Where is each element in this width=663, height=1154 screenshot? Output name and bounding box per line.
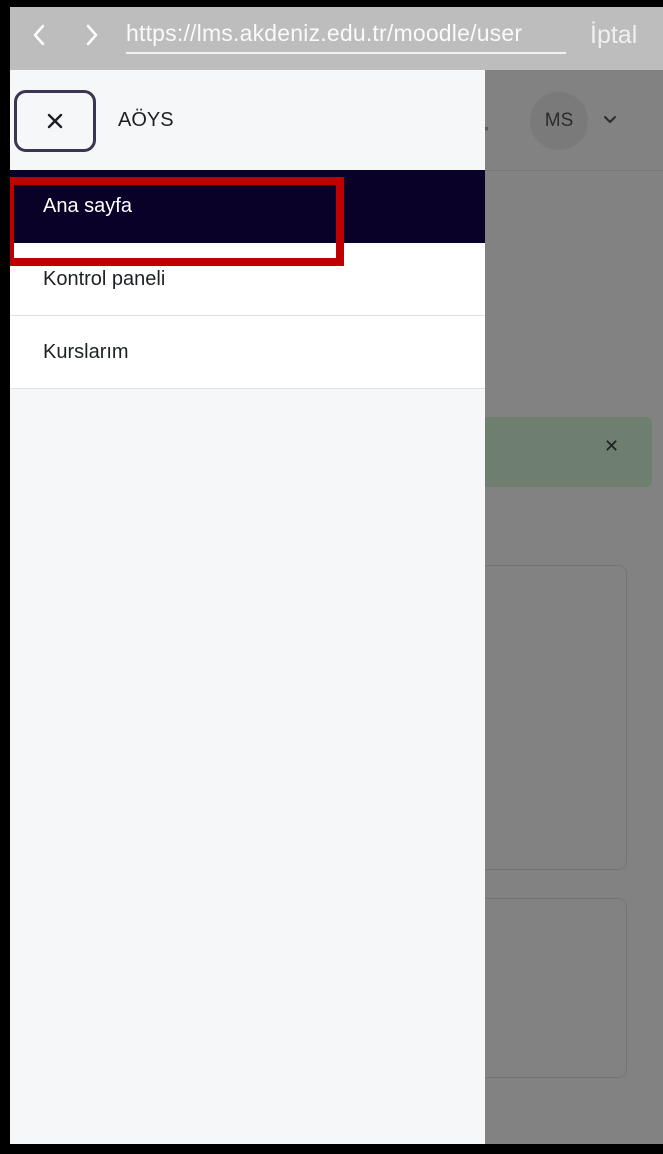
nav-item-label: Kurslarım xyxy=(43,340,129,363)
nav-item-label: Kontrol paneli xyxy=(43,267,166,290)
background-card xyxy=(470,565,627,870)
close-icon xyxy=(47,113,63,129)
url-input[interactable]: https://lms.akdeniz.edu.tr/moodle/user xyxy=(126,18,566,54)
chevron-right-icon xyxy=(86,24,98,46)
header-divider xyxy=(485,170,663,171)
user-avatar[interactable]: MS xyxy=(530,92,588,150)
drawer-header: AÖYS xyxy=(10,70,485,170)
alert-close-icon[interactable]: ✕ xyxy=(604,436,619,457)
nav-item-label: Ana sayfa xyxy=(43,195,132,217)
navigation-drawer: AÖYS Ana sayfa Kontrol paneli Kurslarım xyxy=(10,70,485,1144)
chevron-down-icon[interactable] xyxy=(602,112,618,128)
nav-item-kontrol-paneli[interactable]: Kontrol paneli xyxy=(10,243,485,316)
url-text: https://lms.akdeniz.edu.tr/moodle/user xyxy=(126,20,523,46)
chevron-left-icon xyxy=(33,24,45,46)
forward-button[interactable] xyxy=(78,21,106,49)
nav-item-ana-sayfa[interactable]: Ana sayfa xyxy=(10,170,485,243)
drawer-nav-list: Ana sayfa Kontrol paneli Kurslarım xyxy=(10,170,485,389)
device-frame: https://lms.akdeniz.edu.tr/moodle/user İ… xyxy=(0,0,663,1154)
site-name[interactable]: AÖYS xyxy=(118,108,174,132)
back-button[interactable] xyxy=(25,21,53,49)
cancel-button[interactable]: İptal xyxy=(590,19,637,51)
browser-url-bar: https://lms.akdeniz.edu.tr/moodle/user İ… xyxy=(10,7,663,70)
background-alert xyxy=(470,417,652,487)
close-drawer-button[interactable] xyxy=(14,90,96,152)
url-underline xyxy=(126,52,566,54)
nav-item-kurslarim[interactable]: Kurslarım xyxy=(10,316,485,389)
background-card xyxy=(470,898,627,1078)
screen: https://lms.akdeniz.edu.tr/moodle/user İ… xyxy=(10,7,663,1144)
